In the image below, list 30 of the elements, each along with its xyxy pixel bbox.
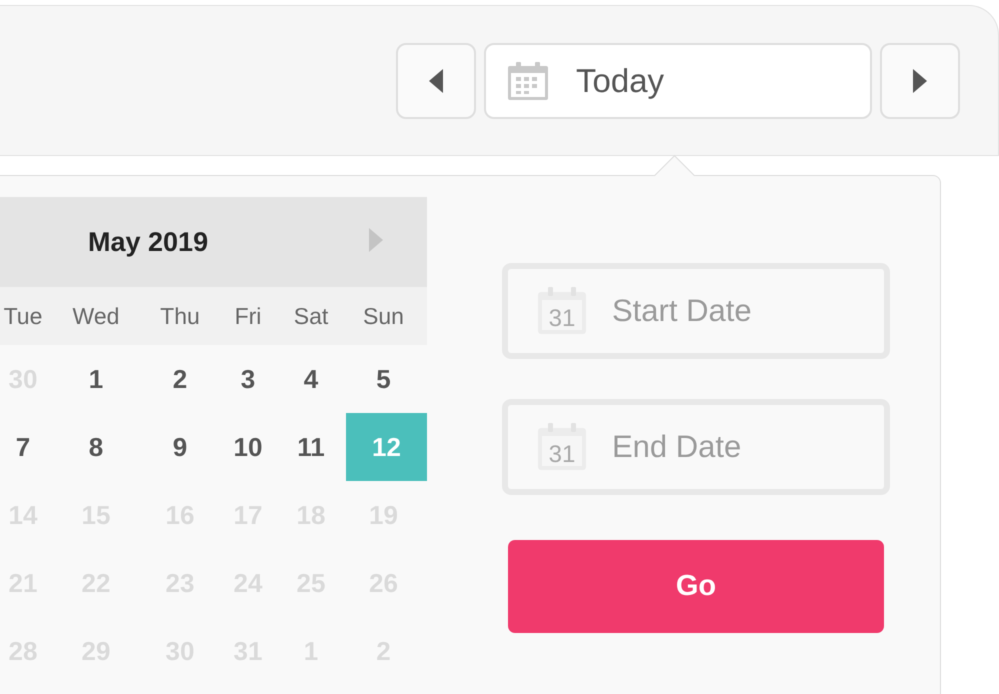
day-cell[interactable]: 12 <box>346 413 427 481</box>
day-cell[interactable]: 3 <box>214 345 282 413</box>
day-cell[interactable]: 4 <box>282 345 340 413</box>
weekday-label: Tue <box>4 302 42 330</box>
weekday-label: Thu <box>160 302 200 330</box>
date-field[interactable]: 31 Start Date <box>502 263 890 359</box>
day-cell[interactable]: 9 <box>146 413 214 481</box>
previous-button[interactable] <box>396 42 476 118</box>
day-cell[interactable]: 7 <box>0 413 46 481</box>
month-title: May 2019 <box>88 226 208 258</box>
day-cell[interactable]: 10 <box>214 413 282 481</box>
day-cell[interactable]: 11 <box>282 413 340 481</box>
right-triangle-icon <box>911 68 929 94</box>
left-triangle-icon <box>427 68 445 94</box>
right-triangle-icon <box>368 227 384 253</box>
day-cell[interactable]: 5 <box>340 345 427 413</box>
date-button[interactable]: Today <box>484 42 872 118</box>
date-input[interactable]: Start Date <box>610 292 874 330</box>
day-cell[interactable]: 1 <box>46 345 146 413</box>
go-button[interactable]: Go <box>508 540 884 633</box>
weekday-label: Wed <box>72 302 120 330</box>
day-cell[interactable]: 8 <box>46 413 146 481</box>
date-field[interactable]: 31 End Date <box>502 399 890 495</box>
next-button[interactable] <box>880 42 960 118</box>
day-cell[interactable]: 2 <box>146 345 214 413</box>
weekday-label: Sat <box>294 302 328 330</box>
weekday-label: Fri <box>234 302 262 330</box>
weekday-label: Sun <box>363 302 404 330</box>
calendar-icon <box>506 60 550 100</box>
date-input[interactable]: End Date <box>610 428 874 466</box>
